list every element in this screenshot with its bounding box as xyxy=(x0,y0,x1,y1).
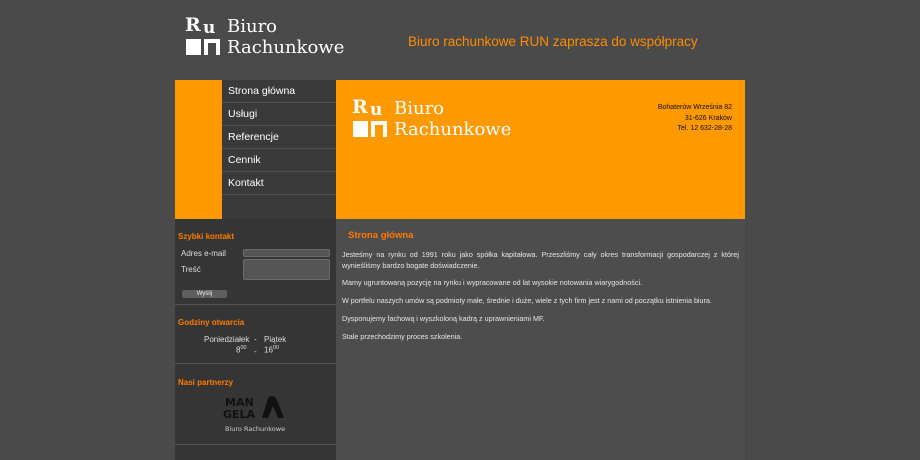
paragraph-5: Stale przechodzimy proces szkolenia. xyxy=(342,332,463,341)
logo-line-2: Rachunkowe xyxy=(394,119,512,140)
partners-title: Nasi partnerzy xyxy=(178,378,234,387)
hours-dash: - xyxy=(254,335,257,344)
page-title: Strona główna xyxy=(348,230,414,241)
quick-contact-title: Szybki kontakt xyxy=(178,232,235,241)
logo-line-1: Biuro xyxy=(394,98,445,119)
paragraph-1: Jesteśmy na rynku od 1991 roku jako spół… xyxy=(342,250,739,270)
sidebar: Szybki kontakt Adres e-mail Treść Wyślij… xyxy=(175,219,336,460)
company-address: Bohaterów Września 82 31-626 Kraków Tel.… xyxy=(620,103,732,135)
nav-item-pricing[interactable]: Cennik xyxy=(222,149,336,172)
svg-text:Biuro Rachunkowe: Biuro Rachunkowe xyxy=(225,425,285,433)
hours-time-to: 1600 xyxy=(264,345,280,355)
main-navigation: Strona główna Usługi Referencje Cennik K… xyxy=(222,80,336,219)
main-content: Strona główna Jesteśmy na rynku od 1991 … xyxy=(336,219,745,460)
opening-hours-title: Godziny otwarcia xyxy=(178,318,245,327)
message-label: Treść xyxy=(181,265,201,274)
email-label: Adres e-mail xyxy=(181,249,226,258)
svg-text:GELA: GELA xyxy=(223,408,256,421)
site-logo[interactable]: R u Biuro Rachunkowe xyxy=(185,16,344,60)
address-street: Bohaterów Września 82 xyxy=(657,104,732,111)
logo-mark-icon: R u xyxy=(352,98,392,138)
nav-item-home[interactable]: Strona główna xyxy=(222,80,336,103)
hours-day-from: Poniedziałek xyxy=(204,335,250,344)
divider xyxy=(175,304,336,305)
divider xyxy=(175,363,336,364)
logo-line-2: Rachunkowe xyxy=(227,37,345,58)
divider xyxy=(175,444,336,445)
nav-item-contact[interactable]: Kontakt xyxy=(222,172,336,195)
banner-logo: R u Biuro Rachunkowe xyxy=(352,98,511,142)
hours-day-to: Piątek xyxy=(264,335,287,344)
paragraph-3: W portfelu naszych umów są podmioty małe… xyxy=(342,296,712,305)
header-tagline: Biuro rachunkowe RUN zaprasza do współpr… xyxy=(408,34,698,49)
address-phone: Tel. 12 632-28-28 xyxy=(677,125,732,132)
email-field[interactable] xyxy=(243,249,330,257)
nav-item-services[interactable]: Usługi xyxy=(222,103,336,126)
nav-item-references[interactable]: Referencje xyxy=(222,126,336,149)
paragraph-4: Dysponujemy fachową i wyszkoloną kadrą z… xyxy=(342,314,545,323)
hours-dash-2: - xyxy=(254,347,257,356)
send-button[interactable]: Wyślij xyxy=(182,290,227,298)
mangela-logo-icon: MAN GELA Biuro Rachunkowe xyxy=(222,392,288,436)
paragraph-2: Mamy ugruntowaną pozycję na rynku i wypr… xyxy=(342,278,643,287)
logo-mark-icon: R u xyxy=(185,16,225,56)
partner-logo[interactable]: MAN GELA Biuro Rachunkowe xyxy=(222,392,288,436)
hours-time-from: 800 xyxy=(236,345,247,355)
address-city: 31-626 Kraków xyxy=(684,114,732,122)
left-orange-block xyxy=(175,80,222,219)
message-field[interactable] xyxy=(243,259,330,280)
logo-line-1: Biuro xyxy=(227,16,278,37)
